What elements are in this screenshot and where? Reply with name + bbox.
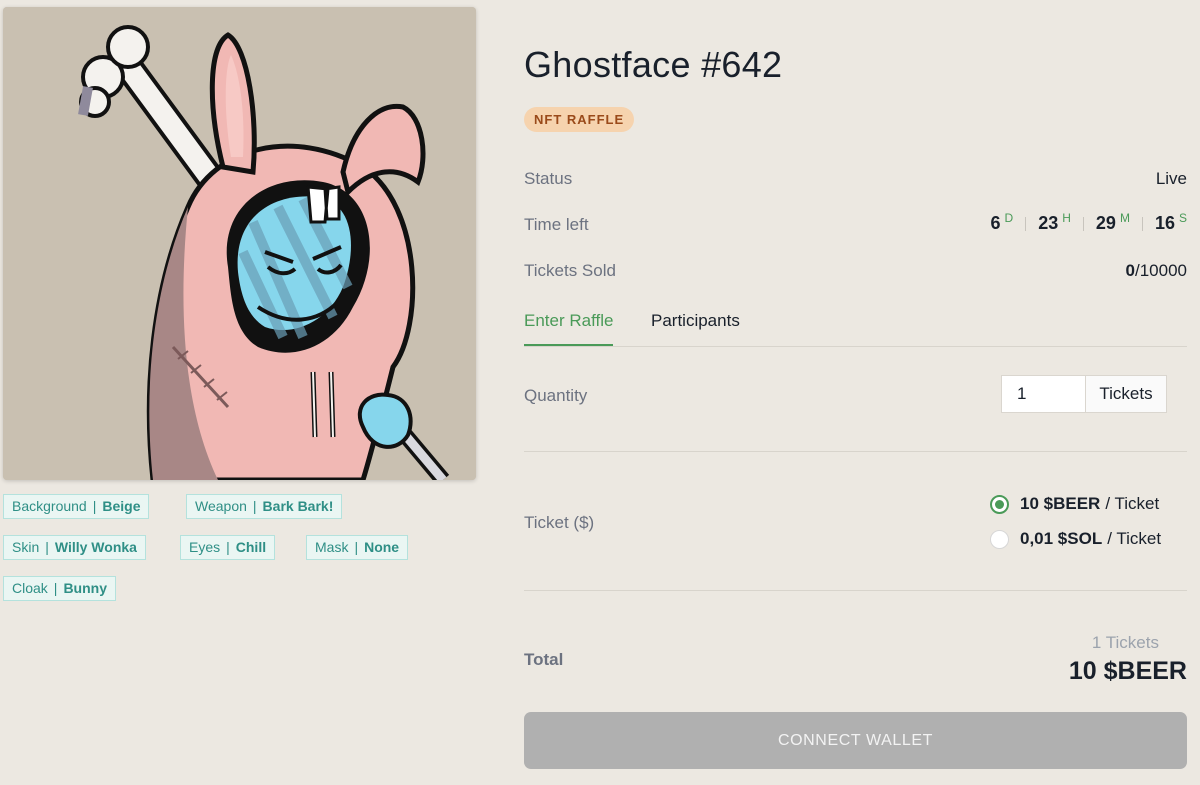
price-option-beer[interactable]: 10 $BEER / Ticket — [990, 493, 1159, 515]
countdown-unit: H — [1062, 211, 1071, 225]
trait-value: None — [364, 539, 400, 555]
tab-participants[interactable]: Participants — [651, 311, 740, 331]
connect-wallet-button[interactable]: CONNECT WALLET — [524, 712, 1187, 769]
trait-name: Background — [12, 498, 87, 514]
time-left-label: Time left — [524, 215, 589, 234]
countdown-value: 29 — [1095, 213, 1116, 233]
trait-name: Skin — [12, 539, 40, 555]
countdown-minutes: 29 M — [1095, 211, 1130, 234]
tickets-sold-label: Tickets Sold — [524, 261, 616, 280]
time-left-row: Time left 6D 23 H 29 M 16 S — [524, 211, 1187, 239]
status-value: Live — [1155, 169, 1187, 188]
tickets-total: /10000 — [1135, 261, 1187, 280]
countdown-divider — [1025, 216, 1027, 231]
trait-separator: | — [53, 580, 58, 596]
tickets-sold-row: Tickets Sold 0/10000 — [524, 261, 1187, 285]
nft-artwork — [3, 7, 476, 480]
radio-selected-icon[interactable] — [990, 494, 1009, 514]
trait-name: Mask — [315, 539, 349, 555]
trait-value: Bark Bark! — [262, 498, 334, 514]
quantity-stepper: Tickets — [1001, 375, 1167, 413]
trait-weapon: Weapon | Bark Bark! — [186, 494, 343, 519]
total-ticket-count: 1 Tickets — [1091, 633, 1159, 652]
trait-separator: | — [92, 498, 97, 514]
radio-unselected-icon[interactable] — [990, 529, 1009, 549]
trait-value: Bunny — [63, 580, 107, 596]
section-divider — [524, 451, 1187, 452]
trait-separator: | — [354, 539, 359, 555]
ticket-price-label: Ticket ($) — [524, 513, 595, 532]
raffle-page: Background | Beige Weapon | Bark Bark! Skin |… — [0, 0, 1200, 785]
countdown-value: 6 — [990, 213, 1001, 233]
tickets-sold-count: 0 — [1125, 261, 1135, 280]
trait-cloak: Cloak | Bunny — [3, 576, 116, 601]
active-tab-indicator — [524, 344, 613, 346]
trait-value: Willy Wonka — [54, 539, 137, 555]
trait-separator: | — [226, 539, 230, 555]
price-option-amount: 0,01 $SOL — [1020, 529, 1103, 548]
total-amount: 10 $BEER — [1068, 657, 1187, 685]
trait-skin: Skin | Willy Wonka — [3, 535, 146, 560]
quantity-input[interactable] — [1002, 376, 1085, 412]
trait-mask: Mask | None — [306, 535, 409, 560]
page-title: Ghostface #642 — [524, 44, 783, 85]
trait-name: Eyes — [189, 539, 221, 555]
trait-value: Beige — [102, 498, 141, 514]
quantity-label: Quantity — [524, 386, 588, 405]
price-option-suffix: / Ticket — [1107, 529, 1162, 548]
countdown-value: 23 — [1038, 213, 1059, 233]
tab-enter-raffle[interactable]: Enter Raffle — [524, 311, 613, 331]
total-label: Total — [524, 650, 564, 669]
countdown-unit: S — [1178, 211, 1187, 225]
countdown-timer: 6D 23 H 29 M 16 S — [990, 211, 1187, 234]
trait-value: Chill — [235, 539, 267, 555]
countdown-unit: D — [1004, 211, 1014, 225]
trait-name: Cloak — [12, 580, 48, 596]
section-divider — [524, 590, 1187, 591]
raffle-details: Ghostface #642 NFT RAFFLE Status Live Ti… — [524, 0, 1187, 785]
status-label: Status — [524, 169, 573, 188]
countdown-value: 16 — [1154, 213, 1175, 233]
trait-separator: | — [252, 498, 257, 514]
trait-eyes: Eyes | Chill — [180, 535, 276, 560]
price-option-suffix: / Ticket — [1105, 494, 1160, 513]
countdown-unit: M — [1119, 211, 1130, 225]
trait-background: Background | Beige — [3, 494, 150, 519]
trait-name: Weapon — [195, 498, 247, 514]
quantity-unit-addon: Tickets — [1085, 376, 1166, 412]
countdown-divider — [1141, 216, 1143, 231]
price-option-sol[interactable]: 0,01 $SOL / Ticket — [990, 528, 1161, 550]
countdown-divider — [1082, 216, 1084, 231]
price-option-amount: 10 $BEER — [1020, 494, 1101, 513]
countdown-days: 6D — [990, 211, 1014, 234]
countdown-seconds: 16 S — [1154, 211, 1187, 234]
tickets-sold-value: 0/10000 — [1126, 261, 1187, 281]
raffle-tabs: Enter Raffle Participants — [524, 308, 1187, 347]
countdown-hours: 23 H — [1038, 211, 1071, 234]
raffle-type-badge: NFT RAFFLE — [524, 107, 635, 132]
trait-separator: | — [45, 539, 49, 555]
status-row: Status Live — [524, 169, 1187, 193]
